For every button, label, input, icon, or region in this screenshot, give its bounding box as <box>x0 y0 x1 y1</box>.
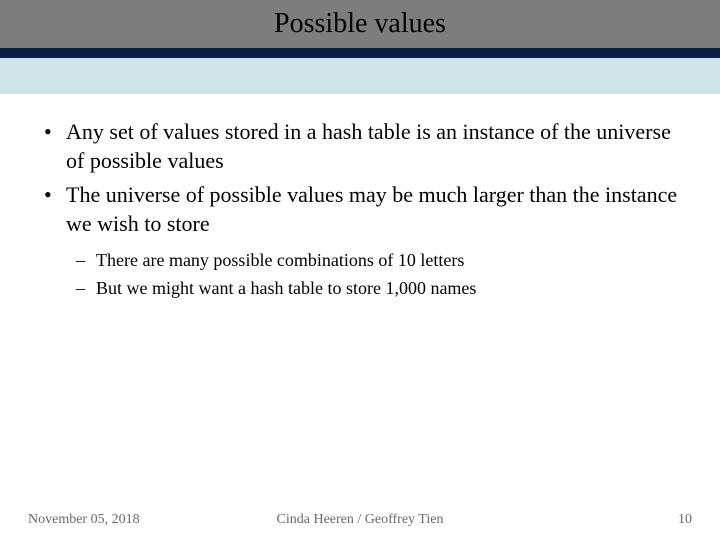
bullet-list: Any set of values stored in a hash table… <box>36 118 684 301</box>
content-area: Any set of values stored in a hash table… <box>0 94 720 301</box>
slide-title: Possible values <box>274 8 446 40</box>
subbullet-item: But we might want a hash table to store … <box>70 276 684 301</box>
subbullet-list: There are many possible combinations of … <box>70 248 684 300</box>
footer: November 05, 2018 Cinda Heeren / Geoffre… <box>0 512 720 528</box>
header-band-light <box>0 58 720 94</box>
bullet-item: Any set of values stored in a hash table… <box>36 118 684 175</box>
subbullet-item: There are many possible combinations of … <box>70 248 684 273</box>
footer-page: 10 <box>678 512 692 528</box>
header-band-dark <box>0 48 720 58</box>
bullet-text: The universe of possible values may be m… <box>66 182 677 236</box>
footer-date: November 05, 2018 <box>28 512 140 528</box>
bullet-item: The universe of possible values may be m… <box>36 181 684 301</box>
footer-author: Cinda Heeren / Geoffrey Tien <box>277 512 444 528</box>
header-bar: Possible values <box>0 0 720 48</box>
slide: Possible values Any set of values stored… <box>0 0 720 540</box>
